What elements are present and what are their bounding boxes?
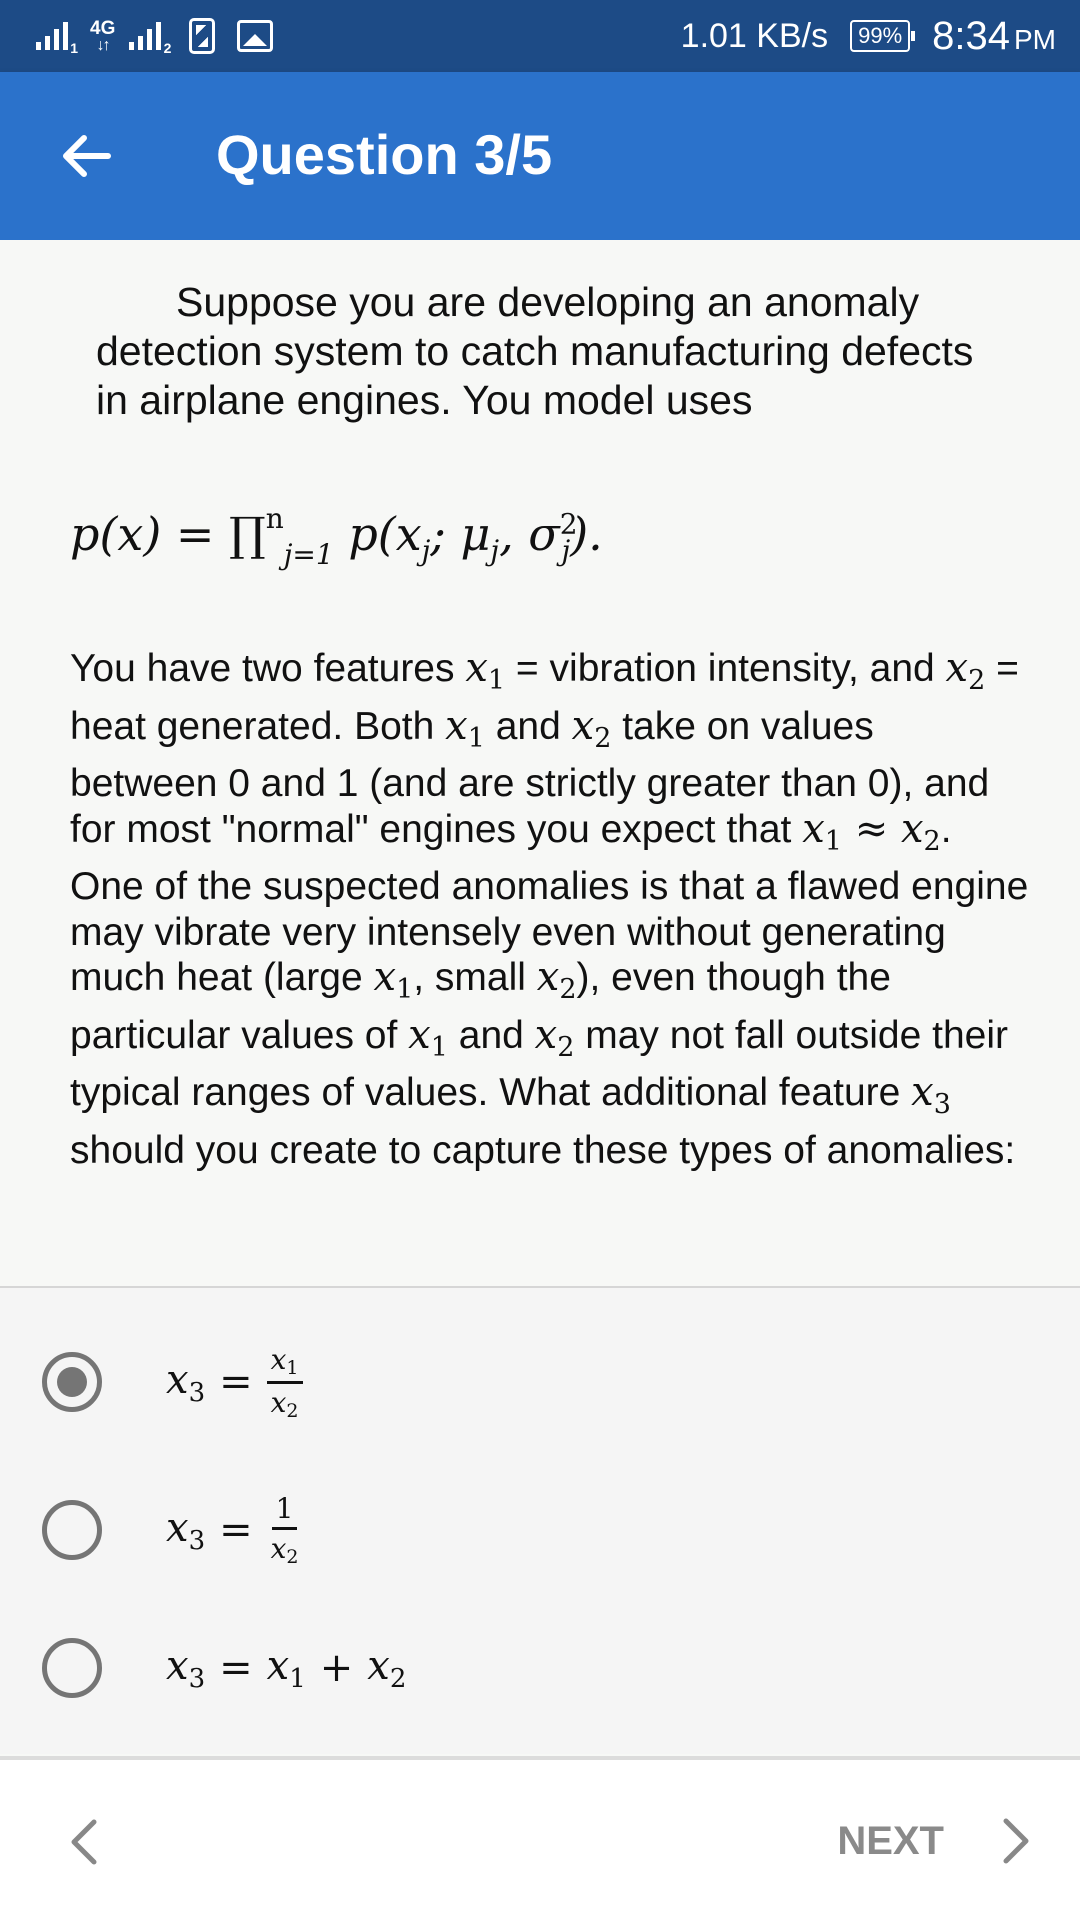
clock-time: 8:34	[932, 13, 1010, 58]
option-3-eq: =	[219, 1645, 253, 1691]
radio-button-selected[interactable]	[42, 1352, 102, 1412]
network-type-label: 4G	[90, 17, 116, 39]
math-approx: ≈	[841, 805, 901, 852]
formula-end: ).	[570, 507, 603, 561]
question-area: Suppose you are developing an anomaly de…	[0, 240, 1080, 1288]
option-1-numerator: x1	[266, 1343, 303, 1384]
math-x1: x1	[465, 645, 506, 696]
formula-sub-j2: j	[490, 534, 500, 568]
network-type: 4G ↓↑	[90, 19, 115, 54]
chevron-right-icon	[1003, 1818, 1029, 1864]
nfc-icon	[189, 18, 216, 54]
option-3-b: x2	[367, 1642, 407, 1694]
math-x3: x3	[911, 1069, 951, 1120]
option-1-fraction: x1 x2	[266, 1343, 303, 1422]
bottom-navigation: NEXT	[0, 1756, 1080, 1924]
option-2[interactable]: x3 = 1 x2	[0, 1470, 1080, 1590]
option-1-label[interactable]: x3 = x1 x2	[166, 1342, 303, 1422]
arrow-left-icon[interactable]	[56, 126, 116, 186]
next-label: NEXT	[837, 1818, 944, 1863]
math-x1: x1	[802, 805, 842, 857]
next-button[interactable]: NEXT	[837, 1806, 1036, 1876]
question-intro: Suppose you are developing an anomaly de…	[96, 279, 974, 423]
math-x2: x2	[900, 805, 941, 857]
math-x1: x1	[445, 702, 485, 754]
question-formula: p(x) = ∏nj=1 p(xj; μj, σ2j).	[70, 502, 603, 571]
body-text: You have two features	[70, 647, 466, 690]
option-3-lhs: x3	[166, 1642, 206, 1694]
math-x1: x1	[408, 1011, 448, 1063]
image-icon	[237, 20, 274, 52]
option-1-lhs: x3	[166, 1356, 206, 1408]
option-1-denominator: x2	[270, 1385, 299, 1422]
question-body: You have two features x1 = vibration int…	[70, 645, 1030, 1173]
status-bar: 1 4G ↓↑ 2 1.01 KB/s 99% 8:34 PM	[0, 0, 1080, 72]
body-text: and	[484, 704, 572, 748]
formula-lower: j=1	[283, 538, 334, 571]
option-3[interactable]: x3 = x1 + x2	[0, 1608, 1080, 1728]
option-2-label[interactable]: x3 = 1 x2	[166, 1490, 303, 1570]
radio-button[interactable]	[42, 1638, 102, 1698]
formula-lhs: p(x) = ∏	[70, 507, 266, 561]
formula-rhs: p(x	[333, 507, 422, 561]
option-1-eq: =	[219, 1359, 253, 1405]
page-title: Question 3/5	[216, 123, 553, 186]
signal-icon: 1	[34, 16, 78, 56]
status-right: 1.01 KB/s 99% 8:34 PM	[681, 0, 1056, 72]
clock-ampm: PM	[1014, 23, 1056, 55]
formula-sigma: , σ	[499, 507, 560, 561]
option-2-lhs: x3	[166, 1504, 206, 1556]
option-2-denominator: x2	[270, 1532, 299, 1568]
option-2-numerator: 1	[271, 1492, 298, 1530]
sim2-label: 2	[163, 40, 172, 56]
battery-icon: 99%	[850, 20, 916, 52]
app-bar: Question 3/5	[0, 72, 1080, 240]
sim1-label: 1	[70, 40, 78, 56]
signal-icon: 2	[127, 16, 171, 56]
answer-options: x3 = x1 x2 x3 = 1 x2 x3 = x1 + x2	[0, 1288, 1080, 1754]
option-3-plus: +	[319, 1645, 354, 1691]
network-speed: 1.01 KB/s	[680, 16, 829, 55]
body-text: , small	[413, 956, 537, 999]
option-3-label[interactable]: x3 = x1 + x2	[166, 1628, 406, 1708]
formula-mu: ; μ	[430, 507, 491, 561]
body-text: and	[447, 1013, 535, 1057]
option-2-fraction: 1 x2	[267, 1492, 303, 1568]
data-arrows-icon: ↓↑	[96, 36, 111, 54]
math-x2: x2	[536, 954, 577, 1005]
math-x2: x2	[945, 645, 986, 696]
formula-upper: n	[265, 502, 284, 535]
math-x2: x2	[571, 702, 612, 754]
option-1[interactable]: x3 = x1 x2	[0, 1322, 1080, 1442]
body-text: should you create to capture these types…	[70, 1128, 1016, 1172]
math-x2: x2	[534, 1011, 575, 1063]
battery-level: 99%	[858, 23, 903, 48]
clock: 8:34 PM	[932, 14, 1056, 59]
formula-sub-j3: j	[561, 534, 571, 568]
math-x1: x1	[373, 954, 414, 1005]
radio-button[interactable]	[42, 1500, 102, 1560]
body-text: = vibration intensity, and	[505, 647, 946, 690]
status-icons: 1 4G ↓↑ 2	[34, 14, 274, 58]
chevron-left-icon[interactable]	[64, 1816, 104, 1868]
option-2-eq: =	[219, 1507, 253, 1553]
option-3-a: x1	[266, 1642, 306, 1694]
